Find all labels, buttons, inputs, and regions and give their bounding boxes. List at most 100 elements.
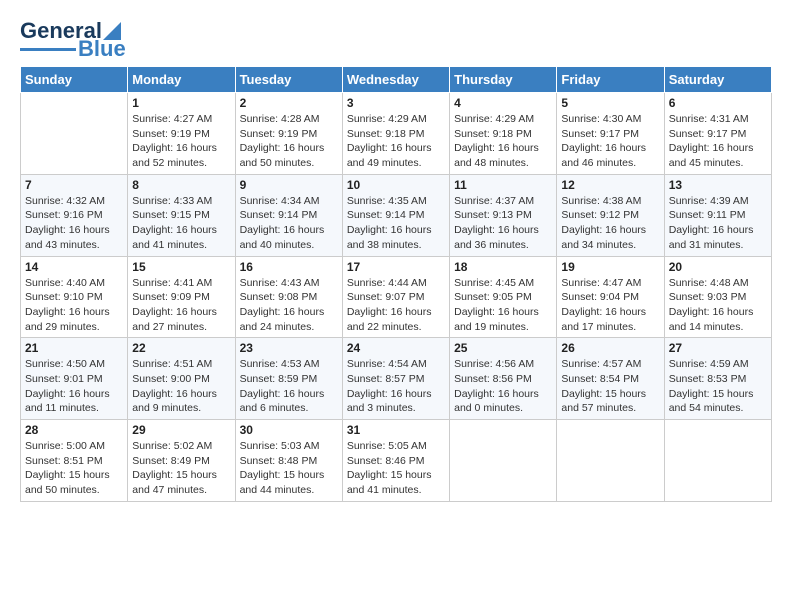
day-info: Sunrise: 5:05 AM Sunset: 8:46 PM Dayligh… bbox=[347, 439, 445, 498]
day-info: Sunrise: 5:02 AM Sunset: 8:49 PM Dayligh… bbox=[132, 439, 230, 498]
calendar-week-row: 1Sunrise: 4:27 AM Sunset: 9:19 PM Daylig… bbox=[21, 93, 772, 175]
calendar-cell: 22 Sunrise: 4:51 AM Sunset: 9:00 PM Dayli… bbox=[128, 338, 235, 420]
day-number: 24 bbox=[347, 341, 445, 355]
calendar-cell: 4 Sunrise: 4:29 AM Sunset: 9:18 PM Daylig… bbox=[450, 93, 557, 175]
day-info: Sunrise: 4:31 AM Sunset: 9:17 PM Dayligh… bbox=[669, 112, 767, 171]
day-number: 25 bbox=[454, 341, 552, 355]
day-info: Sunrise: 4:43 AM Sunset: 9:08 PM Dayligh… bbox=[240, 276, 338, 335]
day-info: Sunrise: 4:40 AM Sunset: 9:10 PM Dayligh… bbox=[25, 276, 123, 335]
calendar-cell: 8Sunrise: 4:33 AM Sunset: 9:15 PM Daylig… bbox=[128, 174, 235, 256]
day-info: Sunrise: 4:50 AM Sunset: 9:01 PM Dayligh… bbox=[25, 357, 123, 416]
day-info: Sunrise: 4:44 AM Sunset: 9:07 PM Dayligh… bbox=[347, 276, 445, 335]
day-number: 4 bbox=[454, 96, 552, 110]
calendar-cell: 25 Sunrise: 4:56 AM Sunset: 8:56 PM Dayli… bbox=[450, 338, 557, 420]
day-number: 31 bbox=[347, 423, 445, 437]
day-info: Sunrise: 4:37 AM Sunset: 9:13 PM Dayligh… bbox=[454, 194, 552, 253]
calendar-cell: 29 Sunrise: 5:02 AM Sunset: 8:49 PM Dayli… bbox=[128, 420, 235, 502]
day-number: 2 bbox=[240, 96, 338, 110]
calendar-header-tuesday: Tuesday bbox=[235, 67, 342, 93]
day-number: 7 bbox=[25, 178, 123, 192]
calendar-header-sunday: Sunday bbox=[21, 67, 128, 93]
calendar-cell: 21 Sunrise: 4:50 AM Sunset: 9:01 PM Dayli… bbox=[21, 338, 128, 420]
calendar-header-row: SundayMondayTuesdayWednesdayThursdayFrid… bbox=[21, 67, 772, 93]
day-info: Sunrise: 5:03 AM Sunset: 8:48 PM Dayligh… bbox=[240, 439, 338, 498]
day-number: 28 bbox=[25, 423, 123, 437]
calendar-cell: 30 Sunrise: 5:03 AM Sunset: 8:48 PM Dayli… bbox=[235, 420, 342, 502]
calendar-cell: 2 Sunrise: 4:28 AM Sunset: 9:19 PM Daylig… bbox=[235, 93, 342, 175]
calendar-week-row: 14 Sunrise: 4:40 AM Sunset: 9:10 PM Dayli… bbox=[21, 256, 772, 338]
day-number: 20 bbox=[669, 260, 767, 274]
day-info: Sunrise: 4:38 AM Sunset: 9:12 PM Dayligh… bbox=[561, 194, 659, 253]
day-number: 14 bbox=[25, 260, 123, 274]
calendar-cell: 19Sunrise: 4:47 AM Sunset: 9:04 PM Dayli… bbox=[557, 256, 664, 338]
day-info: Sunrise: 4:28 AM Sunset: 9:19 PM Dayligh… bbox=[240, 112, 338, 171]
day-number: 21 bbox=[25, 341, 123, 355]
calendar-cell: 24 Sunrise: 4:54 AM Sunset: 8:57 PM Dayli… bbox=[342, 338, 449, 420]
day-info: Sunrise: 4:53 AM Sunset: 8:59 PM Dayligh… bbox=[240, 357, 338, 416]
day-number: 19 bbox=[561, 260, 659, 274]
day-number: 18 bbox=[454, 260, 552, 274]
day-number: 16 bbox=[240, 260, 338, 274]
day-number: 22 bbox=[132, 341, 230, 355]
day-info: Sunrise: 4:45 AM Sunset: 9:05 PM Dayligh… bbox=[454, 276, 552, 335]
calendar-header-monday: Monday bbox=[128, 67, 235, 93]
day-number: 23 bbox=[240, 341, 338, 355]
logo-blue-text: Blue bbox=[78, 38, 126, 60]
day-number: 29 bbox=[132, 423, 230, 437]
day-info: Sunrise: 4:33 AM Sunset: 9:15 PM Dayligh… bbox=[132, 194, 230, 253]
logo-bar bbox=[20, 48, 76, 51]
calendar-cell: 16 Sunrise: 4:43 AM Sunset: 9:08 PM Dayli… bbox=[235, 256, 342, 338]
calendar-cell: 28 Sunrise: 5:00 AM Sunset: 8:51 PM Dayli… bbox=[21, 420, 128, 502]
calendar-cell: 18 Sunrise: 4:45 AM Sunset: 9:05 PM Dayli… bbox=[450, 256, 557, 338]
day-info: Sunrise: 4:29 AM Sunset: 9:18 PM Dayligh… bbox=[454, 112, 552, 171]
calendar-cell: 26Sunrise: 4:57 AM Sunset: 8:54 PM Dayli… bbox=[557, 338, 664, 420]
calendar-cell bbox=[557, 420, 664, 502]
day-info: Sunrise: 4:54 AM Sunset: 8:57 PM Dayligh… bbox=[347, 357, 445, 416]
day-info: Sunrise: 5:00 AM Sunset: 8:51 PM Dayligh… bbox=[25, 439, 123, 498]
logo: General Blue bbox=[20, 18, 126, 60]
calendar-header-thursday: Thursday bbox=[450, 67, 557, 93]
calendar-cell: 11 Sunrise: 4:37 AM Sunset: 9:13 PM Dayli… bbox=[450, 174, 557, 256]
calendar-week-row: 21 Sunrise: 4:50 AM Sunset: 9:01 PM Dayli… bbox=[21, 338, 772, 420]
day-info: Sunrise: 4:57 AM Sunset: 8:54 PM Dayligh… bbox=[561, 357, 659, 416]
calendar-cell: 17Sunrise: 4:44 AM Sunset: 9:07 PM Dayli… bbox=[342, 256, 449, 338]
day-number: 6 bbox=[669, 96, 767, 110]
day-info: Sunrise: 4:35 AM Sunset: 9:14 PM Dayligh… bbox=[347, 194, 445, 253]
day-number: 10 bbox=[347, 178, 445, 192]
day-number: 5 bbox=[561, 96, 659, 110]
calendar-cell: 7 Sunrise: 4:32 AM Sunset: 9:16 PM Daylig… bbox=[21, 174, 128, 256]
calendar-header-wednesday: Wednesday bbox=[342, 67, 449, 93]
day-info: Sunrise: 4:56 AM Sunset: 8:56 PM Dayligh… bbox=[454, 357, 552, 416]
header: General Blue bbox=[20, 10, 772, 60]
calendar-cell: 23 Sunrise: 4:53 AM Sunset: 8:59 PM Dayli… bbox=[235, 338, 342, 420]
calendar-cell: 3 Sunrise: 4:29 AM Sunset: 9:18 PM Daylig… bbox=[342, 93, 449, 175]
day-info: Sunrise: 4:48 AM Sunset: 9:03 PM Dayligh… bbox=[669, 276, 767, 335]
day-info: Sunrise: 4:32 AM Sunset: 9:16 PM Dayligh… bbox=[25, 194, 123, 253]
calendar-week-row: 7 Sunrise: 4:32 AM Sunset: 9:16 PM Daylig… bbox=[21, 174, 772, 256]
day-number: 9 bbox=[240, 178, 338, 192]
calendar-cell: 20 Sunrise: 4:48 AM Sunset: 9:03 PM Dayli… bbox=[664, 256, 771, 338]
calendar-cell bbox=[450, 420, 557, 502]
calendar-cell: 14 Sunrise: 4:40 AM Sunset: 9:10 PM Dayli… bbox=[21, 256, 128, 338]
calendar-header-friday: Friday bbox=[557, 67, 664, 93]
day-number: 13 bbox=[669, 178, 767, 192]
day-number: 15 bbox=[132, 260, 230, 274]
calendar-cell: 31 Sunrise: 5:05 AM Sunset: 8:46 PM Dayli… bbox=[342, 420, 449, 502]
calendar-cell: 5 Sunrise: 4:30 AM Sunset: 9:17 PM Daylig… bbox=[557, 93, 664, 175]
calendar-cell bbox=[21, 93, 128, 175]
day-info: Sunrise: 4:34 AM Sunset: 9:14 PM Dayligh… bbox=[240, 194, 338, 253]
calendar: SundayMondayTuesdayWednesdayThursdayFrid… bbox=[20, 66, 772, 502]
calendar-cell: 10 Sunrise: 4:35 AM Sunset: 9:14 PM Dayli… bbox=[342, 174, 449, 256]
calendar-cell: 12 Sunrise: 4:38 AM Sunset: 9:12 PM Dayli… bbox=[557, 174, 664, 256]
day-info: Sunrise: 4:30 AM Sunset: 9:17 PM Dayligh… bbox=[561, 112, 659, 171]
day-number: 12 bbox=[561, 178, 659, 192]
calendar-cell: 1Sunrise: 4:27 AM Sunset: 9:19 PM Daylig… bbox=[128, 93, 235, 175]
day-number: 3 bbox=[347, 96, 445, 110]
day-number: 30 bbox=[240, 423, 338, 437]
day-info: Sunrise: 4:27 AM Sunset: 9:19 PM Dayligh… bbox=[132, 112, 230, 171]
calendar-cell bbox=[664, 420, 771, 502]
day-info: Sunrise: 4:41 AM Sunset: 9:09 PM Dayligh… bbox=[132, 276, 230, 335]
day-info: Sunrise: 4:29 AM Sunset: 9:18 PM Dayligh… bbox=[347, 112, 445, 171]
day-info: Sunrise: 4:51 AM Sunset: 9:00 PM Dayligh… bbox=[132, 357, 230, 416]
day-number: 11 bbox=[454, 178, 552, 192]
